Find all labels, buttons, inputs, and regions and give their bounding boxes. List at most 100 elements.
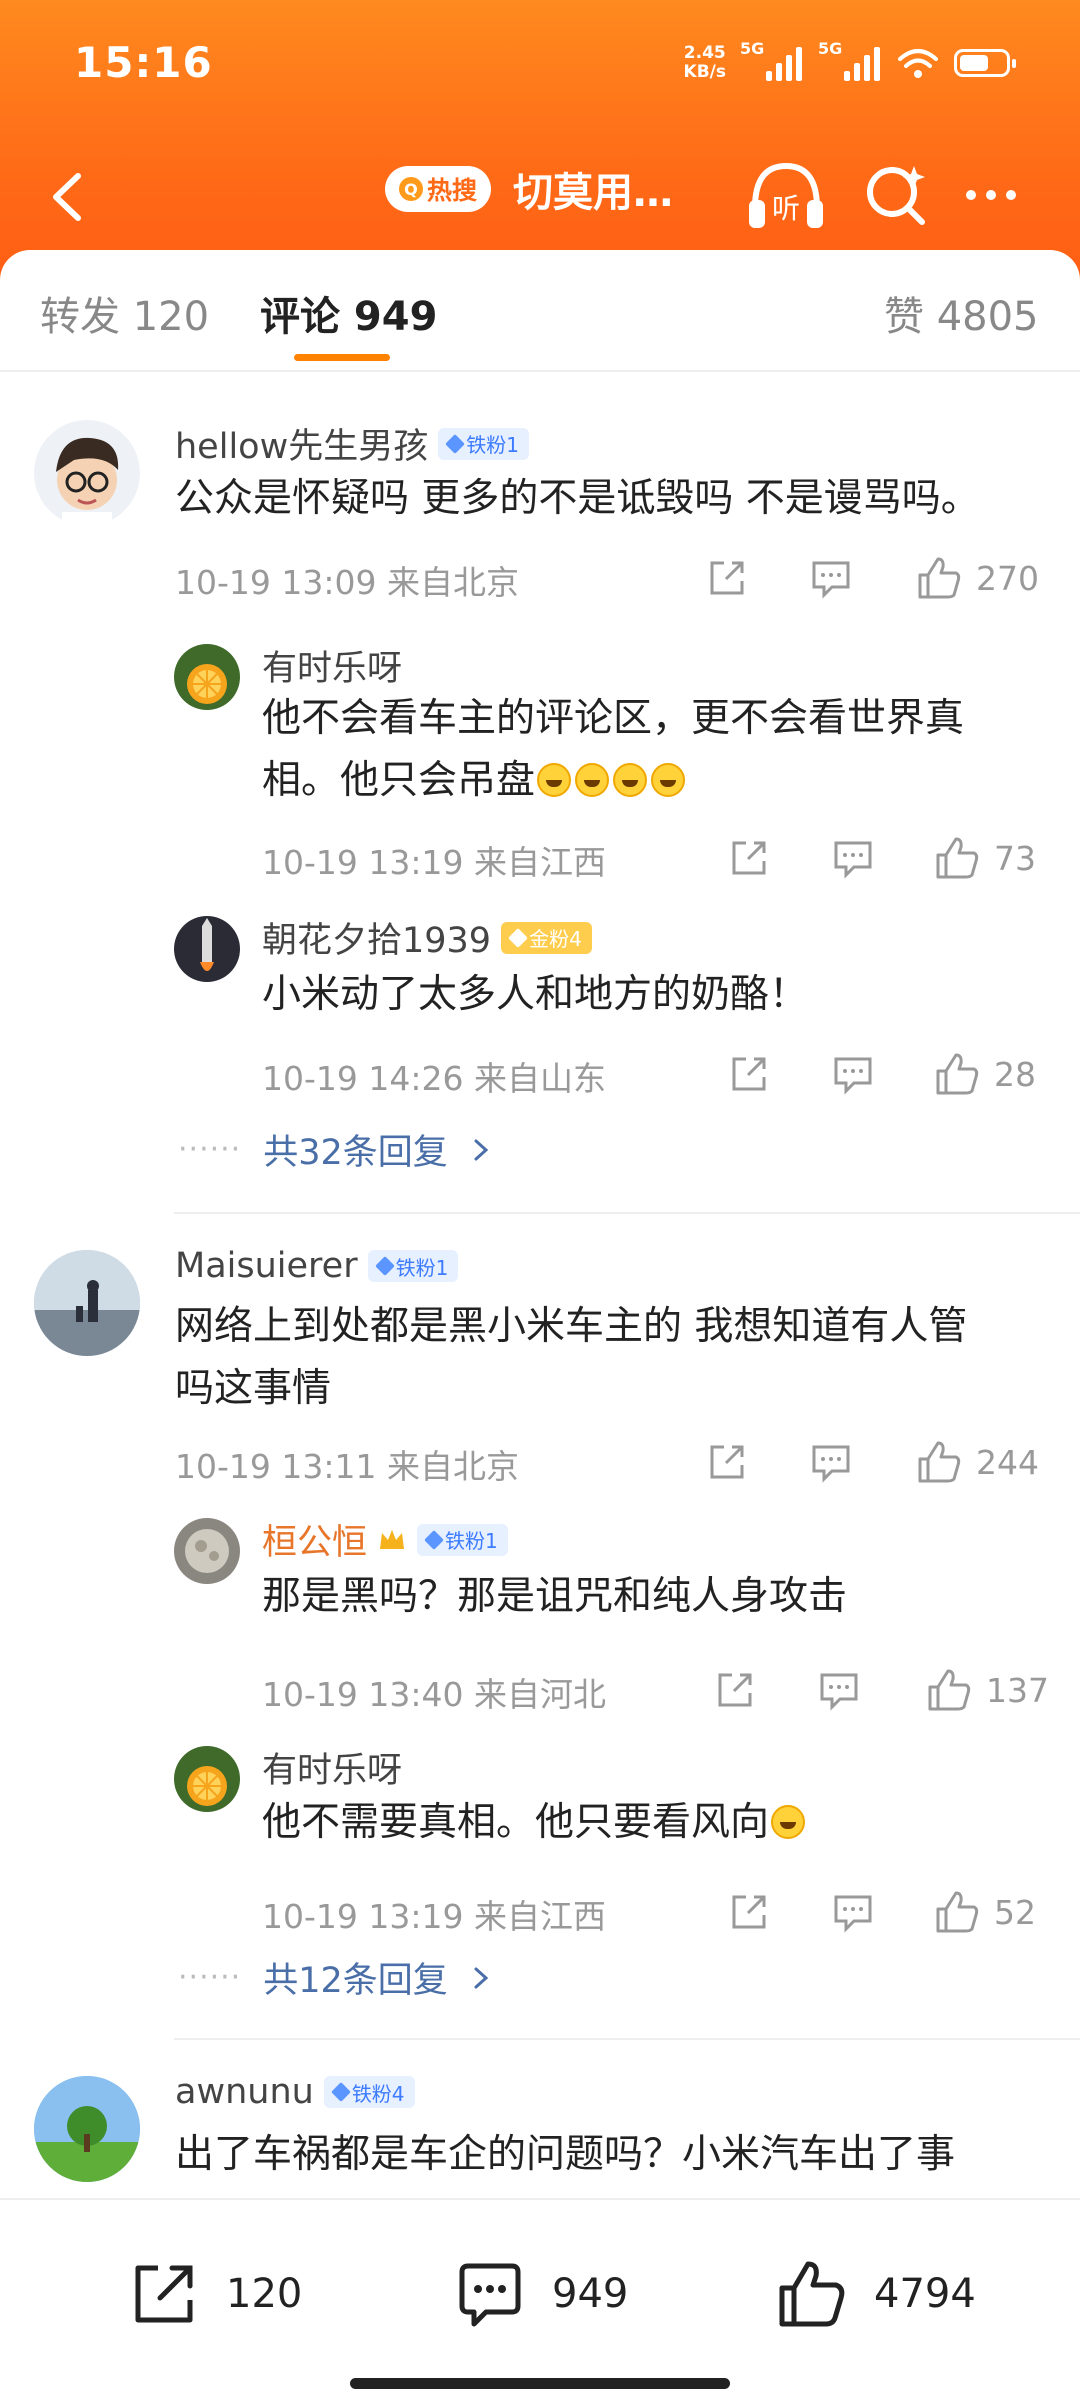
more-replies-label: 共12条回复	[263, 1961, 448, 2001]
hot-search-title[interactable]: Q 热搜 切莫用…	[385, 160, 673, 218]
tab-likes[interactable]: 赞 4805	[884, 284, 1039, 342]
fan-badge-label: 铁粉1	[445, 1529, 498, 1553]
reply-username[interactable]: 桓公恒 铁粉1	[262, 1514, 508, 1565]
laugh-cry-emoji-icon	[651, 762, 686, 797]
comment-icon	[459, 2263, 521, 2327]
reply-text-line2-content: 相。他只会吊盘	[262, 758, 536, 803]
comment-username[interactable]: Maisuierer 铁粉1	[175, 1246, 459, 1286]
signal-icon: 5G	[740, 39, 804, 81]
status-time: 15:16	[74, 38, 213, 87]
username-text: Maisuierer	[175, 1246, 358, 1286]
stone-avatar-icon	[185, 1529, 229, 1573]
like-button[interactable]: 244	[916, 1437, 1039, 1487]
avatar[interactable]	[174, 1746, 240, 1812]
fan-badge: 铁粉4	[323, 2076, 415, 2108]
chevron-right-icon	[474, 1139, 489, 1160]
reply-button[interactable]	[832, 1887, 874, 1937]
laugh-cry-emoji-icon	[537, 762, 572, 797]
tab-reposts[interactable]: 转发 120	[40, 284, 209, 342]
share-button[interactable]	[728, 1049, 770, 1099]
share-button[interactable]	[706, 553, 748, 603]
reply-text-content: 他不需要真相。他只要看风向	[262, 1800, 770, 1845]
headphones-icon[interactable]: 听	[745, 158, 827, 234]
reply-button[interactable]	[832, 833, 874, 883]
speed-unit: KB/s	[683, 62, 726, 82]
comment-icon	[820, 1673, 858, 1711]
avatar[interactable]	[174, 644, 240, 710]
more-replies-dots: ······	[178, 1132, 242, 1167]
comment-text-line1: 网络上到处都是黑小米车主的 我想知道有人管	[175, 1304, 968, 1349]
comment-count: 949	[552, 2271, 629, 2317]
like-button[interactable]: 137	[926, 1665, 1049, 1715]
like-count: 4794	[874, 2271, 976, 2317]
like-button[interactable]: 28	[934, 1049, 1036, 1099]
like-count: 137	[986, 1670, 1049, 1710]
fan-badge: 铁粉1	[367, 1250, 459, 1282]
share-icon	[710, 1445, 744, 1479]
reply-text-line2: 相。他只会吊盘	[262, 750, 964, 812]
reply-button[interactable]	[810, 553, 852, 603]
tab-comments[interactable]: 评论 949	[260, 284, 437, 342]
reply-username[interactable]: 朝花夕拾1939 金粉4	[262, 912, 592, 963]
like-button[interactable]: 73	[934, 833, 1036, 883]
back-arrow-icon[interactable]	[34, 162, 104, 232]
home-indicator[interactable]	[350, 2378, 730, 2389]
share-button[interactable]	[706, 1437, 748, 1487]
username-text: awnunu	[175, 2072, 314, 2112]
more-replies-link[interactable]: ······ 共32条回复	[178, 1124, 492, 1175]
avatar[interactable]	[174, 916, 240, 982]
laugh-cry-emoji-icon	[771, 1804, 806, 1839]
avatar[interactable]	[34, 2076, 140, 2182]
hot-search-pill[interactable]: Q 热搜	[385, 166, 491, 212]
avatar[interactable]	[34, 420, 140, 526]
fan-badge-label: 铁粉1	[466, 433, 519, 457]
comment-username[interactable]: awnunu 铁粉4	[175, 2072, 415, 2112]
reply-text: 他不会看车主的评论区，更不会看世界真 相。他只会吊盘	[262, 688, 964, 812]
reply-meta: 10-19 13:19 来自江西	[262, 1897, 606, 1936]
reply-button[interactable]	[818, 1665, 860, 1715]
comment-username[interactable]: hellow先生男孩 铁粉1	[175, 418, 529, 469]
search-icon[interactable]	[862, 160, 932, 230]
fan-badge-label: 金粉4	[529, 927, 582, 951]
thumbs-up-icon	[936, 1891, 979, 1933]
share-button[interactable]	[714, 1665, 756, 1715]
share-button[interactable]	[728, 1887, 770, 1937]
thumbs-up-icon	[779, 2261, 845, 2327]
like-button[interactable]: 52	[934, 1887, 1036, 1937]
reply-button[interactable]	[832, 1049, 874, 1099]
reply-username[interactable]: 有时乐呀	[262, 1742, 402, 1793]
comment-actions: 244	[706, 1437, 1046, 1487]
orange-avatar-icon	[187, 1766, 227, 1806]
repost-button[interactable]: 120	[128, 2258, 302, 2330]
reply-actions: 137	[714, 1665, 1049, 1715]
comment-icon	[812, 561, 850, 599]
comment-text-line2: 吗这事情	[175, 1366, 332, 1411]
fan-badge: 铁粉1	[438, 427, 529, 460]
reply-actions: 28	[728, 1049, 1048, 1099]
comment-button[interactable]: 949	[454, 2258, 628, 2330]
avatar[interactable]	[34, 1250, 140, 1356]
divider	[174, 2038, 1080, 2040]
more-replies-label: 共32条回复	[263, 1133, 448, 1173]
reply-meta: 10-19 13:40 来自河北	[262, 1675, 606, 1714]
network-type-2: 5G	[818, 39, 843, 58]
more-menu-icon[interactable]	[966, 180, 1036, 210]
comment-icon	[834, 841, 872, 879]
crown-icon	[380, 1529, 405, 1549]
more-replies-link[interactable]: ······ 共12条回复	[178, 1952, 492, 2003]
share-button[interactable]	[728, 833, 770, 883]
like-button[interactable]: 4794	[776, 2258, 976, 2330]
thumbs-up-icon	[918, 557, 961, 599]
top-nav: Q 热搜 切莫用… 听	[0, 140, 1080, 250]
reply-username[interactable]: 有时乐呀	[262, 640, 402, 691]
like-count: 73	[994, 838, 1036, 878]
avatar[interactable]	[174, 1518, 240, 1584]
share-icon	[718, 1673, 752, 1707]
like-button[interactable]: 270	[916, 553, 1039, 603]
reply-button[interactable]	[810, 1437, 852, 1487]
comment-icon	[834, 1057, 872, 1095]
comment-actions: 270	[706, 553, 1046, 603]
reply-actions: 52	[728, 1887, 1048, 1937]
thumbs-up-icon	[936, 837, 979, 879]
comment-icon	[834, 1895, 872, 1933]
